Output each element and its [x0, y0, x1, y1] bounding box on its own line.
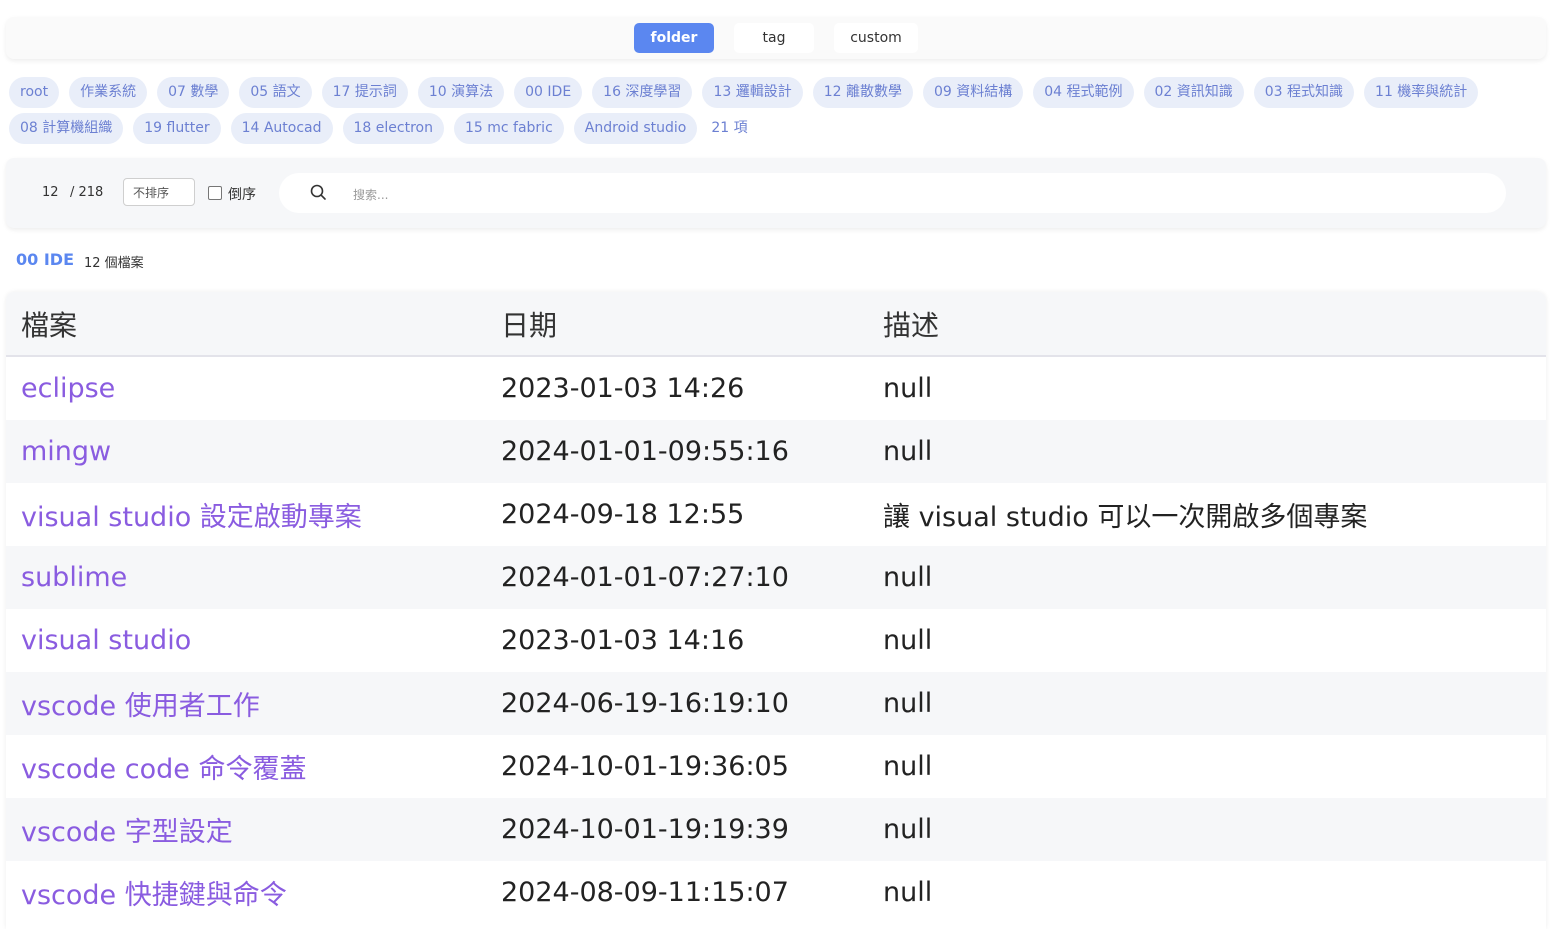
file-link[interactable]: vscode 快捷鍵與命令: [6, 861, 486, 924]
folder-chip[interactable]: 10 演算法: [417, 77, 505, 108]
file-table: 檔案 日期 描述 eclipse 2023-01-03 14:26 null m…: [6, 292, 1546, 929]
folder-chip[interactable]: 14 Autocad: [230, 113, 333, 144]
file-date: 2024-09-18 12:55: [486, 483, 868, 546]
column-header-file: 檔案: [6, 292, 486, 357]
folder-chip[interactable]: 19 flutter: [133, 113, 221, 144]
folder-chip[interactable]: 08 計算機組織: [9, 113, 124, 144]
folder-chip[interactable]: 07 數學: [157, 77, 230, 108]
folder-chip-list: root 作業系統 07 數學 05 語文 17 提示詞 10 演算法 00 I…: [9, 77, 1554, 144]
folder-chip[interactable]: 03 程式知識: [1253, 77, 1355, 108]
file-link[interactable]: visual studio 設定啟動專案: [6, 483, 486, 546]
folder-chip[interactable]: 00 IDE: [514, 77, 583, 108]
file-link[interactable]: sublime: [6, 546, 486, 609]
folder-chip[interactable]: root: [9, 77, 60, 108]
file-browser-page: folder tag custom root 作業系統 07 數學 05 語文 …: [0, 0, 1558, 929]
sort-select[interactable]: 不排序: [123, 178, 195, 206]
file-date: 2024-10-01-19:19:39: [486, 798, 868, 861]
search-bar: [279, 173, 1506, 213]
tab-tag[interactable]: tag: [734, 23, 814, 53]
table-header-row: 檔案 日期 描述: [6, 292, 1546, 357]
table-row: mingw 2024-01-01-09:55:16 null: [6, 420, 1546, 483]
file-link[interactable]: visual studio: [6, 609, 486, 672]
page-total: / 218: [70, 185, 104, 200]
mode-switch-bar: folder tag custom: [6, 17, 1546, 59]
current-folder-file-count: 12 個檔案: [84, 256, 144, 271]
folder-count-label: 21 項: [711, 120, 748, 136]
file-description: null: [868, 798, 1546, 861]
folder-chip[interactable]: 09 資料結構: [922, 77, 1024, 108]
folder-chip[interactable]: 13 邏輯設計: [702, 77, 803, 108]
folder-chip[interactable]: 16 深度學習: [592, 77, 693, 108]
column-header-date: 日期: [486, 292, 868, 357]
folder-chip[interactable]: Android studio: [573, 113, 698, 144]
table-row: eclipse 2023-01-03 14:26 null: [6, 356, 1546, 420]
folder-chip[interactable]: 12 離散數學: [812, 77, 913, 108]
file-date: 2024-06-19-16:19:10: [486, 672, 868, 735]
table-row: vscode 使用者工作 2024-06-19-16:19:10 null: [6, 672, 1546, 735]
file-description: null: [868, 735, 1546, 798]
file-description: null: [868, 609, 1546, 672]
page-current: 12: [42, 185, 59, 200]
table-row: vscode 字型設定 2024-10-01-19:19:39 null: [6, 798, 1546, 861]
file-date: 2023-01-03 14:26: [486, 356, 868, 420]
table-row: visual studio 2023-01-03 14:16 null: [6, 609, 1546, 672]
file-description: null: [868, 546, 1546, 609]
table-row: vscode 快捷鍵與命令 2024-08-09-11:15:07 null: [6, 861, 1546, 924]
file-date: 2024-01-01-07:27:10: [486, 546, 868, 609]
table-row: sublime 2024-01-01-07:27:10 null: [6, 546, 1546, 609]
file-date: 2023-01-03 14:16: [486, 609, 868, 672]
file-link[interactable]: vscode 字型設定: [6, 798, 486, 861]
file-date: 2024-01-01-09:55:16: [486, 420, 868, 483]
file-link[interactable]: vscode code 命令覆蓋: [6, 735, 486, 798]
file-date: 2024-08-09-11:15:07: [486, 861, 868, 924]
folder-chip[interactable]: 18 electron: [342, 113, 444, 144]
file-description: null: [868, 672, 1546, 735]
file-description: null: [868, 356, 1546, 420]
folder-chip[interactable]: 02 資訊知識: [1143, 77, 1244, 108]
file-description: null: [868, 420, 1546, 483]
tab-folder[interactable]: folder: [634, 23, 714, 53]
reverse-label: 倒序: [228, 187, 256, 203]
folder-chip[interactable]: 17 提示詞: [321, 77, 408, 108]
file-date: 2024-10-01-19:36:05: [486, 735, 868, 798]
file-link[interactable]: mingw: [6, 420, 486, 483]
current-folder-name: 00 IDE: [16, 250, 74, 269]
folder-chip[interactable]: 作業系統: [69, 77, 148, 108]
table-row: visual studio 設定啟動專案 2024-09-18 12:55 讓 …: [6, 483, 1546, 546]
file-link[interactable]: eclipse: [6, 356, 486, 420]
search-input[interactable]: [351, 183, 1455, 207]
search-icon: [309, 183, 329, 203]
tab-custom[interactable]: custom: [834, 23, 918, 53]
folder-chip[interactable]: 04 程式範例: [1033, 77, 1134, 108]
folder-chip[interactable]: 11 機率與統計: [1364, 77, 1479, 108]
file-link[interactable]: vscode 使用者工作: [6, 672, 486, 735]
file-description: 讓 visual studio 可以一次開啟多個專案: [868, 483, 1546, 546]
file-description: null: [868, 861, 1546, 924]
folder-chip[interactable]: 15 mc fabric: [453, 113, 564, 144]
table-row: vscode code 命令覆蓋 2024-10-01-19:36:05 nul…: [6, 735, 1546, 798]
reverse-checkbox[interactable]: [208, 186, 222, 200]
column-header-description: 描述: [868, 292, 1546, 357]
folder-chip[interactable]: 05 語文: [239, 77, 312, 108]
control-bar: 12 / 218 不排序 倒序: [6, 158, 1546, 228]
